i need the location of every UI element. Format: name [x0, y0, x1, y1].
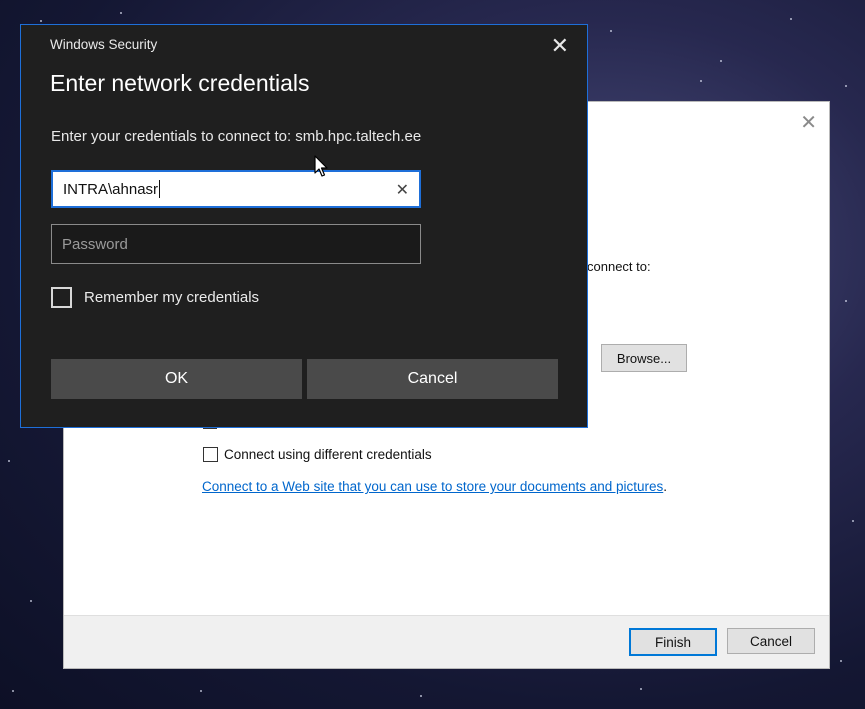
clear-input-icon[interactable]: ✕	[396, 180, 409, 200]
remember-credentials-label: Remember my credentials	[84, 289, 260, 306]
close-icon[interactable]: ✕	[551, 33, 569, 59]
password-placeholder: Password	[62, 235, 128, 253]
dialog-title: Windows Security	[50, 37, 158, 52]
different-credentials-row[interactable]: Connect using different credentials	[203, 447, 432, 462]
dialog-description: Enter your credentials to connect to: sm…	[51, 128, 422, 145]
web-site-link-row: Connect to a Web site that you can use t…	[202, 479, 667, 494]
different-credentials-label: Connect using different credentials	[224, 447, 432, 462]
username-input[interactable]: INTRA\ahnasr ✕	[51, 170, 421, 208]
finish-button[interactable]: Finish	[629, 628, 717, 656]
wizard-close-icon[interactable]: ✕	[800, 110, 817, 135]
username-value: INTRA\ahnasr	[63, 180, 159, 198]
password-input[interactable]: Password	[51, 224, 421, 264]
mouse-pointer-icon	[314, 155, 328, 177]
dialog-heading: Enter network credentials	[50, 70, 310, 96]
web-site-link[interactable]: Connect to a Web site that you can use t…	[202, 479, 663, 494]
wizard-footer: Finish Cancel	[64, 615, 829, 668]
wizard-connect-text: connect to:	[587, 259, 651, 274]
windows-security-dialog: Windows Security ✕ Enter network credent…	[20, 24, 588, 428]
web-link-period: .	[663, 479, 668, 494]
wizard-cancel-button[interactable]: Cancel	[727, 628, 815, 654]
text-caret	[159, 180, 161, 198]
ok-button[interactable]: OK	[51, 359, 302, 399]
remember-credentials-checkbox[interactable]: Remember my credentials	[51, 287, 259, 308]
cancel-button[interactable]: Cancel	[307, 359, 558, 399]
checkbox-icon[interactable]	[203, 447, 218, 462]
checkbox-icon[interactable]	[51, 287, 72, 308]
browse-button[interactable]: Browse...	[601, 344, 687, 372]
